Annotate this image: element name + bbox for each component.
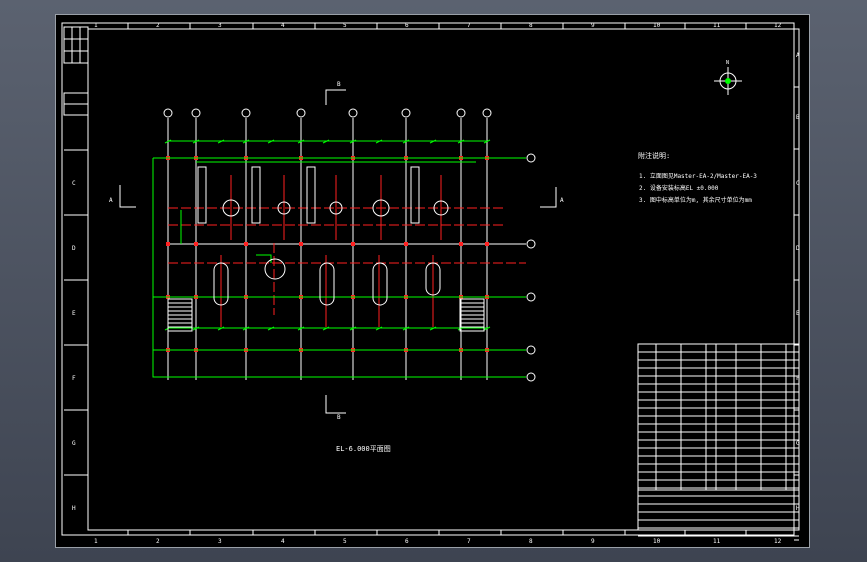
section-label-bottom: B: [337, 414, 341, 421]
ruler-bottom-label: 7: [467, 538, 471, 545]
ruler-right-label: E: [796, 310, 800, 317]
ruler-top-label: 2: [156, 22, 160, 29]
ruler-top-label: 12: [774, 22, 782, 29]
ruler-bottom-label: 12: [774, 538, 782, 545]
ruler-top-label: 9: [591, 22, 595, 29]
ruler-right-label: D: [796, 245, 800, 252]
ruler-left-label: F: [72, 375, 76, 382]
ruler-top-label: 4: [281, 22, 285, 29]
equipment-row-1: [197, 166, 449, 224]
note-2: 2. 设备安装标高EL ±0.000: [639, 184, 719, 192]
drawing-area-border: [87, 28, 800, 531]
compass-label: N: [726, 60, 729, 66]
ruler-top-label: 11: [713, 22, 721, 29]
note-3: 3. 图中标高单位为m, 其余尺寸单位为mm: [639, 196, 752, 204]
ruler-top-label: 10: [653, 22, 661, 29]
ruler-top-label: 3: [218, 22, 222, 29]
green-pipework: [152, 157, 526, 378]
note-1: 1. 立面图见Master-EA-2/Master-EA-3: [639, 172, 757, 180]
red-centerlines: [168, 175, 526, 327]
ruler-top-label: 7: [467, 22, 471, 29]
plan-caption: EL-6.000平面图: [336, 445, 391, 453]
ruler-bottom-label: 5: [343, 538, 347, 545]
section-label-right: A: [560, 197, 564, 204]
ruler-top-label: 6: [405, 22, 409, 29]
stair-right: [459, 298, 485, 332]
ruler-bottom-label: 10: [653, 538, 661, 545]
stair-left: [167, 298, 193, 332]
ruler-top-label: 5: [343, 22, 347, 29]
ruler-bottom-label: 2: [156, 538, 160, 545]
ruler-right-label: A: [796, 52, 800, 59]
ruler-bottom-label: 8: [529, 538, 533, 545]
ruler-top-label: 8: [529, 22, 533, 29]
ruler-left-label: G: [72, 440, 76, 447]
ruler-left-label: C: [72, 180, 76, 187]
section-markers: [119, 89, 557, 414]
ruler-left-label: H: [72, 505, 76, 512]
ruler-left: C D E F G H: [64, 149, 88, 512]
section-label-top: B: [337, 81, 341, 88]
ruler-right-label: B: [796, 114, 800, 121]
ruler-top-label: 1: [94, 22, 98, 29]
structural-grid: [163, 108, 536, 382]
parts-list-table: [637, 343, 800, 537]
ruler-bottom-label: 11: [713, 538, 721, 545]
drawing-sheet: 1 2 3 4 5 6 7 8 9 10 11 12 1 2 3 4 5 6 7 8 9 10 11 12 CDEFGH A…: [55, 14, 810, 548]
ruler-bottom-label: 4: [281, 538, 285, 545]
section-label-left: A: [109, 197, 113, 204]
ruler-right-label: C: [796, 180, 800, 187]
notes-heading: 附注说明:: [638, 151, 670, 160]
ruler-bottom: 1 2 3 4 5 6 7 8 9 10 11 12: [94, 530, 782, 545]
stamp-grid: [63, 26, 89, 116]
ruler-left-label: D: [72, 245, 76, 252]
ruler-bottom-label: 3: [218, 538, 222, 545]
north-arrow-icon: [714, 67, 742, 95]
ruler-bottom-label: 1: [94, 538, 98, 545]
ruler-bottom-label: 9: [591, 538, 595, 545]
ruler-left-label: E: [72, 310, 76, 317]
inner-border: [61, 22, 795, 536]
cad-drawing: 1 2 3 4 5 6 7 8 9 10 11 12 1 2 3 4 5 6 7 8 9 10 11 12 CDEFGH A…: [61, 22, 800, 545]
ruler-bottom-label: 6: [405, 538, 409, 545]
